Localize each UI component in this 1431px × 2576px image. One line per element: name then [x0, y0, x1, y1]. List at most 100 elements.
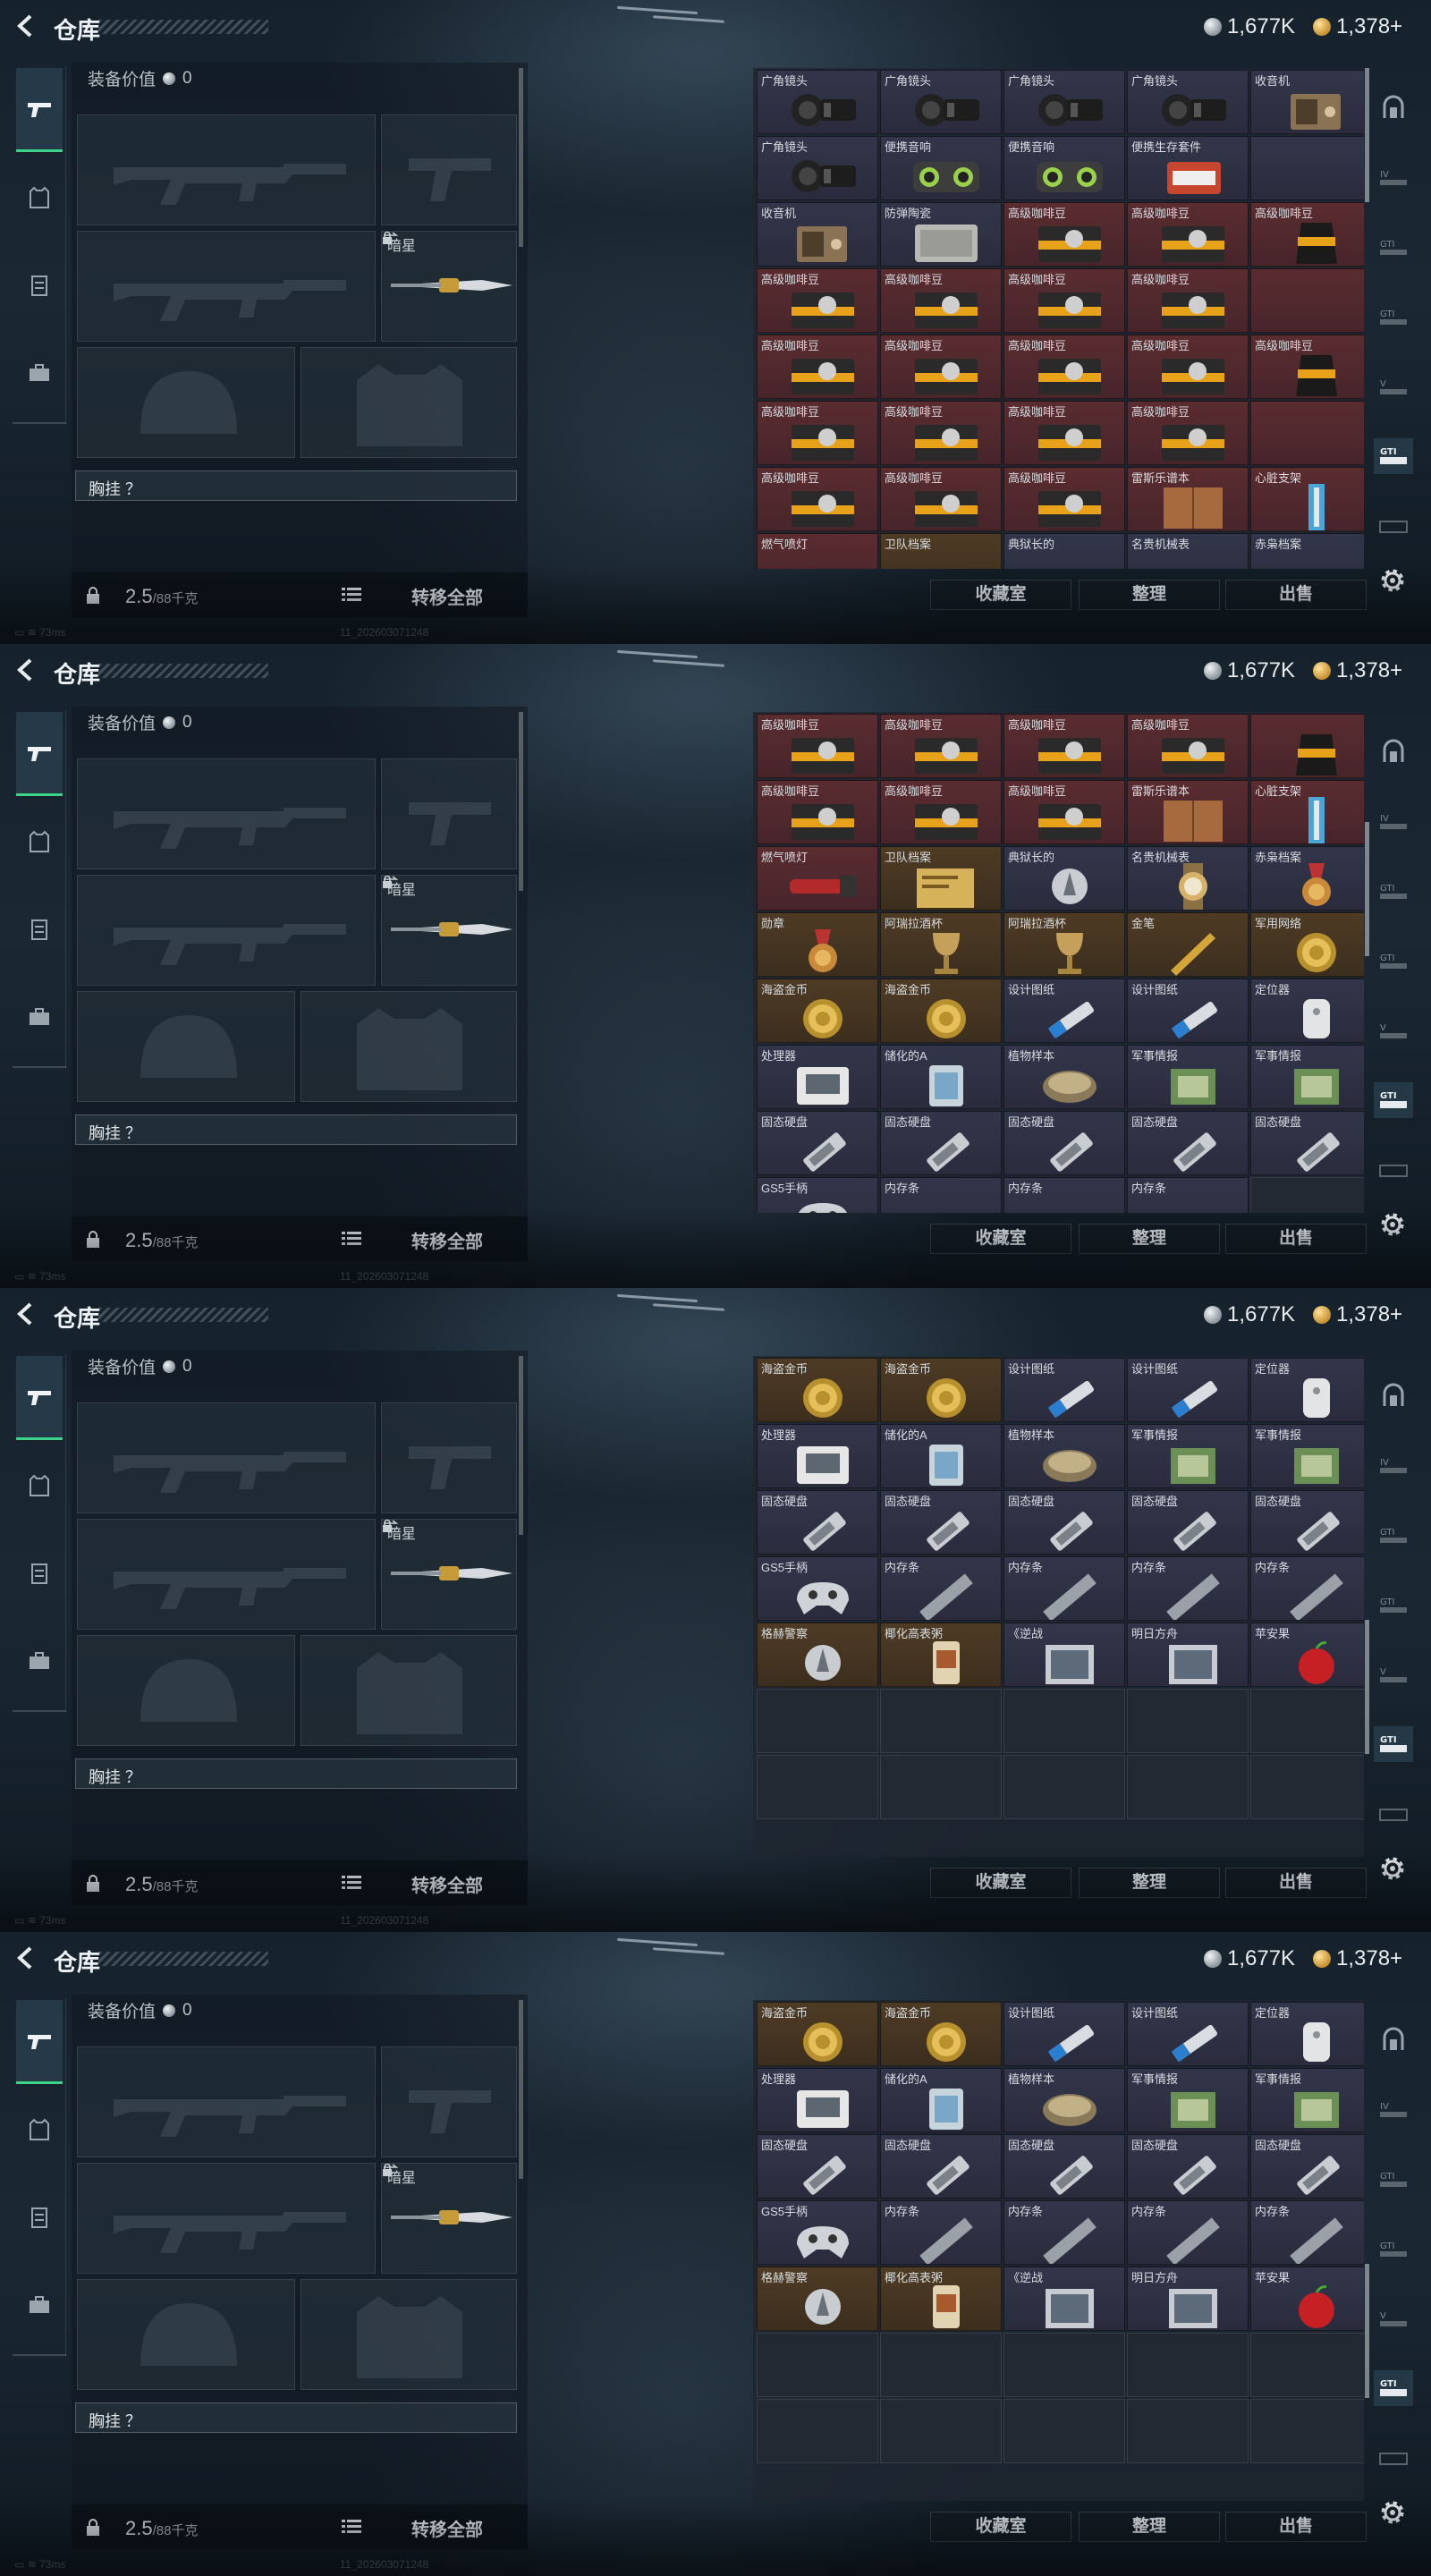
- gold-balance[interactable]: 1,378+: [1313, 658, 1402, 683]
- silver-balance[interactable]: 1,677K: [1204, 1946, 1295, 1971]
- list-icon[interactable]: [342, 1875, 361, 1891]
- side-tab-container-extra[interactable]: [1374, 508, 1413, 544]
- inventory-cell[interactable]: 设计图纸: [1003, 1358, 1125, 1422]
- inventory-cell[interactable]: 便携生存套件: [1127, 136, 1249, 200]
- inventory-cell[interactable]: 心脏支架: [1250, 467, 1364, 531]
- inventory-cell[interactable]: 高级咖啡豆: [880, 401, 1002, 465]
- inventory-cell[interactable]: 名贵机械表: [1127, 846, 1249, 911]
- inventory-cell[interactable]: 收音机: [1250, 70, 1364, 134]
- inventory-cell[interactable]: 名贵机械表: [1127, 533, 1249, 569]
- silver-balance[interactable]: 1,677K: [1204, 14, 1295, 39]
- inventory-cell[interactable]: GS5手柄: [757, 1556, 878, 1621]
- inventory-cell[interactable]: 格赫警察: [757, 2267, 878, 2331]
- inventory-cell[interactable]: 内存条: [1127, 1556, 1249, 1621]
- collection-button[interactable]: 收藏室: [930, 1868, 1071, 1898]
- inventory-grid[interactable]: 广角镜头 广角镜头 广角镜头 广角镜头 收音机 广角镜头 便携音响 便携音响 便携生存套件 收音机…: [753, 68, 1364, 569]
- inventory-cell[interactable]: [1250, 401, 1364, 465]
- inventory-cell[interactable]: 内存条: [880, 2200, 1002, 2265]
- inventory-cell[interactable]: [1127, 1689, 1249, 1753]
- inventory-cell[interactable]: 内存条: [880, 1177, 1002, 1213]
- equipment-scrollbar[interactable]: [519, 1356, 523, 1535]
- inventory-cell[interactable]: 内存条: [1127, 2200, 1249, 2265]
- helmet-slot[interactable]: [77, 347, 295, 458]
- inventory-cell[interactable]: 固态硬盘: [880, 1111, 1002, 1175]
- inventory-cell[interactable]: [1250, 2333, 1364, 2397]
- inventory-cell[interactable]: 典狱长的: [1003, 533, 1125, 569]
- gear-icon[interactable]: [1377, 1853, 1408, 1884]
- gear-icon[interactable]: [1377, 565, 1408, 596]
- inventory-cell[interactable]: 格赫警察: [757, 1623, 878, 1687]
- inventory-cell[interactable]: 储化的A: [880, 1424, 1002, 1488]
- side-tab-container-gti-active[interactable]: GTI: [1374, 2370, 1413, 2406]
- inventory-cell[interactable]: 军事情报: [1127, 2068, 1249, 2132]
- collection-button[interactable]: 收藏室: [930, 1224, 1071, 1254]
- gold-balance[interactable]: 1,378+: [1313, 14, 1402, 39]
- inventory-cell[interactable]: 高级咖啡豆: [757, 401, 878, 465]
- sort-button[interactable]: 整理: [1079, 2512, 1220, 2542]
- inventory-cell[interactable]: 固态硬盘: [1250, 2134, 1364, 2199]
- gear-icon[interactable]: [1377, 1209, 1408, 1240]
- tab-armor[interactable]: [16, 800, 63, 884]
- helmet-slot[interactable]: [77, 2279, 295, 2390]
- inventory-cell[interactable]: 固态硬盘: [880, 1490, 1002, 1555]
- side-tab-safe[interactable]: [1374, 89, 1413, 125]
- sidearm-slot[interactable]: [381, 1402, 517, 1513]
- inventory-cell[interactable]: 设计图纸: [1127, 1358, 1249, 1422]
- inventory-cell[interactable]: 金笔: [1127, 912, 1249, 977]
- silver-balance[interactable]: 1,677K: [1204, 1302, 1295, 1327]
- inventory-cell[interactable]: [1250, 2399, 1364, 2463]
- list-icon[interactable]: [342, 587, 361, 603]
- side-tab-container-gti-2[interactable]: GTI: [1374, 299, 1413, 335]
- tab-vest[interactable]: [16, 243, 63, 327]
- inventory-cell[interactable]: [1127, 2399, 1249, 2463]
- side-tab-container-v[interactable]: V: [1374, 1657, 1413, 1692]
- inventory-cell[interactable]: 高级咖啡豆: [757, 714, 878, 778]
- inventory-cell[interactable]: 内存条: [880, 1556, 1002, 1621]
- inventory-cell[interactable]: [1003, 2399, 1125, 2463]
- inventory-cell[interactable]: 阿瑞拉酒杯: [1003, 912, 1125, 977]
- inventory-cell[interactable]: 海盗金币: [757, 2002, 878, 2066]
- side-tab-container-gti[interactable]: GTI: [1374, 229, 1413, 265]
- inventory-cell[interactable]: [757, 1689, 878, 1753]
- transfer-all-button[interactable]: 转移全部: [411, 1871, 483, 1897]
- helmet-slot[interactable]: [77, 1635, 295, 1746]
- inventory-cell[interactable]: 固态硬盘: [757, 1111, 878, 1175]
- inventory-cell[interactable]: 典狱长的: [1003, 846, 1125, 911]
- side-tab-container-gti-2[interactable]: GTI: [1374, 1587, 1413, 1623]
- side-tab-safe[interactable]: [1374, 733, 1413, 769]
- inventory-cell[interactable]: 广角镜头: [1003, 70, 1125, 134]
- inventory-cell[interactable]: 海盗金币: [880, 1358, 1002, 1422]
- inventory-cell[interactable]: 雷斯乐谱本: [1127, 780, 1249, 844]
- inventory-cell[interactable]: 赤枭档案: [1250, 533, 1364, 569]
- sidearm-slot[interactable]: [381, 114, 517, 225]
- tab-weapons[interactable]: [16, 1356, 63, 1440]
- inventory-cell[interactable]: 海盗金币: [757, 979, 878, 1043]
- primary-weapon-slot[interactable]: [77, 758, 376, 869]
- body-armor-slot[interactable]: [301, 347, 517, 458]
- side-tab-container-iv[interactable]: IV: [1374, 159, 1413, 195]
- inventory-cell[interactable]: 固态硬盘: [1127, 1111, 1249, 1175]
- side-tab-container-v[interactable]: V: [1374, 369, 1413, 404]
- side-tab-container-iv[interactable]: IV: [1374, 803, 1413, 839]
- transfer-all-button[interactable]: 转移全部: [411, 2515, 483, 2541]
- inventory-grid[interactable]: 海盗金币 海盗金币 设计图纸 设计图纸 定位器 处理器 储化的A 植物样本 军事情报 军事情报 固态…: [753, 1356, 1364, 1857]
- equipment-scrollbar[interactable]: [519, 68, 523, 247]
- inventory-cell[interactable]: [880, 2399, 1002, 2463]
- inventory-cell[interactable]: 广角镜头: [757, 136, 878, 200]
- inventory-cell[interactable]: [1250, 1755, 1364, 1819]
- chest-rig-slot[interactable]: 胸挂 ？: [75, 2402, 517, 2433]
- tab-armor[interactable]: [16, 156, 63, 240]
- melee-slot[interactable]: 暗星: [381, 231, 517, 342]
- inventory-cell[interactable]: 明日方舟: [1127, 1623, 1249, 1687]
- inventory-cell[interactable]: 椰化高表粥: [880, 2267, 1002, 2331]
- side-tab-container-extra[interactable]: [1374, 1152, 1413, 1188]
- side-tab-container-gti-2[interactable]: GTI: [1374, 2231, 1413, 2267]
- inventory-cell[interactable]: [880, 1689, 1002, 1753]
- inventory-cell[interactable]: 设计图纸: [1127, 979, 1249, 1043]
- inventory-cell[interactable]: 高级咖啡豆: [757, 268, 878, 333]
- tab-armor[interactable]: [16, 2088, 63, 2172]
- inventory-cell[interactable]: [1250, 136, 1364, 200]
- primary-weapon-slot[interactable]: [77, 1402, 376, 1513]
- inventory-cell[interactable]: 《逆战: [1003, 2267, 1125, 2331]
- inventory-cell[interactable]: 收音机: [757, 202, 878, 267]
